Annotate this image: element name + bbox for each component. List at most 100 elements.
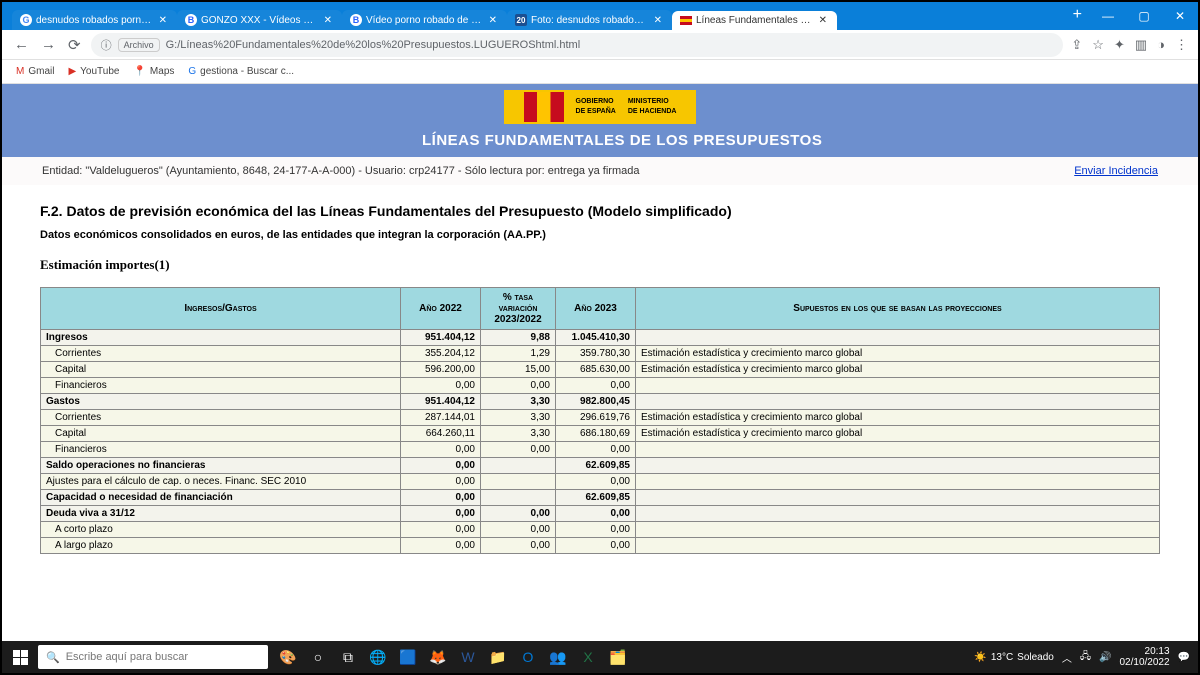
bookmark-label: Gmail [28, 66, 54, 77]
tray-network-icon[interactable]: 🖧 [1080, 649, 1091, 666]
bookmark-gestiona[interactable]: Ggestiona - Buscar c... [188, 66, 294, 77]
cell-sup: Estimación estadística y crecimiento mar… [636, 346, 1160, 362]
col-header-pct: % tasa variación 2023/2022 [481, 288, 556, 330]
taskbar-app-misc[interactable]: 🎨 [274, 643, 302, 671]
bookmark-label: gestiona - Buscar c... [200, 66, 294, 77]
share-icon[interactable]: ⇪ [1071, 37, 1082, 53]
table-row: A corto plazo0,000,000,00 [41, 522, 1160, 538]
cell-2023: 1.045.410,30 [556, 330, 636, 346]
taskbar-chrome-icon[interactable]: 🌐 [364, 643, 392, 671]
browser-tab[interactable]: Líneas Fundamentales de lo✕ [672, 11, 837, 30]
table-row: Gastos951.404,123,30982.800,45 [41, 394, 1160, 410]
cell-2023: 686.180,69 [556, 426, 636, 442]
cell-label: Corrientes [41, 346, 401, 362]
col-header-sup: Supuestos en los que se basan las proyec… [636, 288, 1160, 330]
cell-sup [636, 490, 1160, 506]
tab-close-icon[interactable]: ✕ [157, 15, 169, 26]
extensions-icon[interactable]: ✦ [1114, 37, 1125, 53]
taskbar-teams-icon[interactable]: 👥 [544, 643, 572, 671]
cell-2022: 664.260,11 [401, 426, 481, 442]
cell-2022: 0,00 [401, 522, 481, 538]
toolbar-right: ⇪ ☆ ✦ ▥ ◑ ⋮ [1071, 37, 1188, 53]
cell-label: Deuda viva a 31/12 [41, 506, 401, 522]
taskbar-excel-icon[interactable]: X [574, 643, 602, 671]
browser-tab[interactable]: 20Foto: desnudos robados - e✕ [507, 10, 672, 30]
cell-label: Financieros [41, 378, 401, 394]
cell-2023: 685.630,00 [556, 362, 636, 378]
table-row: Financieros0,000,000,00 [41, 442, 1160, 458]
cell-pct: 0,00 [481, 522, 556, 538]
minimize-button[interactable]: — [1090, 2, 1126, 30]
taskbar-firefox-icon[interactable]: 🦊 [424, 643, 452, 671]
tab-close-icon[interactable]: ✕ [817, 15, 829, 26]
entity-info-text: Entidad: "Valdelugueros" (Ayuntamiento, … [42, 165, 639, 177]
maximize-button[interactable]: ▢ [1126, 2, 1162, 30]
reload-button[interactable]: ⟳ [66, 34, 83, 56]
cell-2022: 0,00 [401, 506, 481, 522]
tab-close-icon[interactable]: ✕ [322, 15, 334, 26]
browser-tab[interactable]: BVídeo porno robado de Me✕ [342, 10, 507, 30]
tab-close-icon[interactable]: ✕ [652, 15, 664, 26]
tab-title: Foto: desnudos robados - e [531, 15, 648, 26]
taskbar-search-input[interactable]: 🔍 Escribe aquí para buscar [38, 645, 268, 669]
url-input[interactable]: ⓘ Archivo G:/Líneas%20Fundamentales%20de… [91, 33, 1064, 57]
bookmark-maps[interactable]: 📍Maps [133, 66, 174, 77]
taskbar-word-icon[interactable]: W [454, 643, 482, 671]
cell-2023: 296.619,76 [556, 410, 636, 426]
bookmark-gmail[interactable]: MGmail [16, 66, 54, 77]
cell-label: A largo plazo [41, 538, 401, 554]
cell-label: Ajustes para el cálculo de cap. o neces.… [41, 474, 401, 490]
cell-sup: Estimación estadística y crecimiento mar… [636, 410, 1160, 426]
cell-pct: 0,00 [481, 506, 556, 522]
forward-button[interactable]: → [39, 34, 58, 55]
reading-list-icon[interactable]: ▥ [1135, 37, 1147, 53]
close-window-button[interactable]: ✕ [1162, 2, 1198, 30]
cell-sup [636, 522, 1160, 538]
cell-sup [636, 442, 1160, 458]
search-placeholder: Escribe aquí para buscar [66, 651, 188, 663]
window-controls: — ▢ ✕ [1090, 2, 1198, 30]
coat-of-arms-icon [524, 92, 564, 122]
taskbar-app2-icon[interactable]: 🗂️ [604, 643, 632, 671]
weather-desc: Soleado [1017, 652, 1054, 663]
page-viewport[interactable]: GOBIERNODE ESPAÑA MINISTERIODE HACIENDA … [2, 84, 1198, 644]
search-icon: 🔍 [46, 651, 60, 664]
browser-tab[interactable]: BGONZO XXX - Vídeos porno✕ [177, 10, 342, 30]
weather-widget[interactable]: ☀️ 13°C Soleado [974, 652, 1054, 663]
cell-2022: 596.200,00 [401, 362, 481, 378]
sun-icon: ☀️ [974, 652, 986, 663]
cell-2023: 62.609,85 [556, 490, 636, 506]
table-row: Deuda viva a 31/120,000,000,00 [41, 506, 1160, 522]
tray-volume-icon[interactable]: 🔊 [1099, 652, 1111, 663]
taskbar-edge-icon[interactable]: 🟦 [394, 643, 422, 671]
cell-2023: 0,00 [556, 474, 636, 490]
enviar-incidencia-link[interactable]: Enviar Incidencia [1074, 165, 1158, 177]
profile-icon[interactable]: ◑ [1157, 37, 1165, 53]
section-heading: F.2. Datos de previsión económica del la… [40, 203, 1160, 219]
menu-icon[interactable]: ⋮ [1175, 37, 1188, 53]
taskbar-cortana-icon[interactable]: ○ [304, 643, 332, 671]
cell-2023: 0,00 [556, 506, 636, 522]
browser-tab[interactable]: Gdesnudos robados porn - B✕ [12, 10, 177, 30]
cell-label: Saldo operaciones no financieras [41, 458, 401, 474]
budget-table: Ingresos/Gastos Año 2022 % tasa variació… [40, 287, 1160, 554]
clock[interactable]: 20:13 02/10/2022 [1119, 646, 1169, 668]
cell-label: Capital [41, 362, 401, 378]
taskbar-explorer-icon[interactable]: 📁 [484, 643, 512, 671]
cell-pct: 3,30 [481, 426, 556, 442]
notifications-icon[interactable]: 💬 [1178, 652, 1190, 663]
cell-2022: 0,00 [401, 378, 481, 394]
cell-pct: 3,30 [481, 394, 556, 410]
cell-2022: 0,00 [401, 538, 481, 554]
table-row: Capacidad o necesidad de financiación0,0… [41, 490, 1160, 506]
start-button[interactable] [2, 641, 38, 673]
tray-chevron-icon[interactable]: ︿ [1062, 650, 1072, 665]
tab-close-icon[interactable]: ✕ [487, 15, 499, 26]
new-tab-button[interactable]: + [1065, 2, 1090, 30]
cell-2023: 982.800,45 [556, 394, 636, 410]
star-icon[interactable]: ☆ [1092, 37, 1104, 53]
taskbar-taskview-icon[interactable]: ⧉ [334, 643, 362, 671]
back-button[interactable]: ← [12, 34, 31, 55]
taskbar-outlook-icon[interactable]: O [514, 643, 542, 671]
bookmark-youtube[interactable]: ▶YouTube [68, 66, 119, 77]
